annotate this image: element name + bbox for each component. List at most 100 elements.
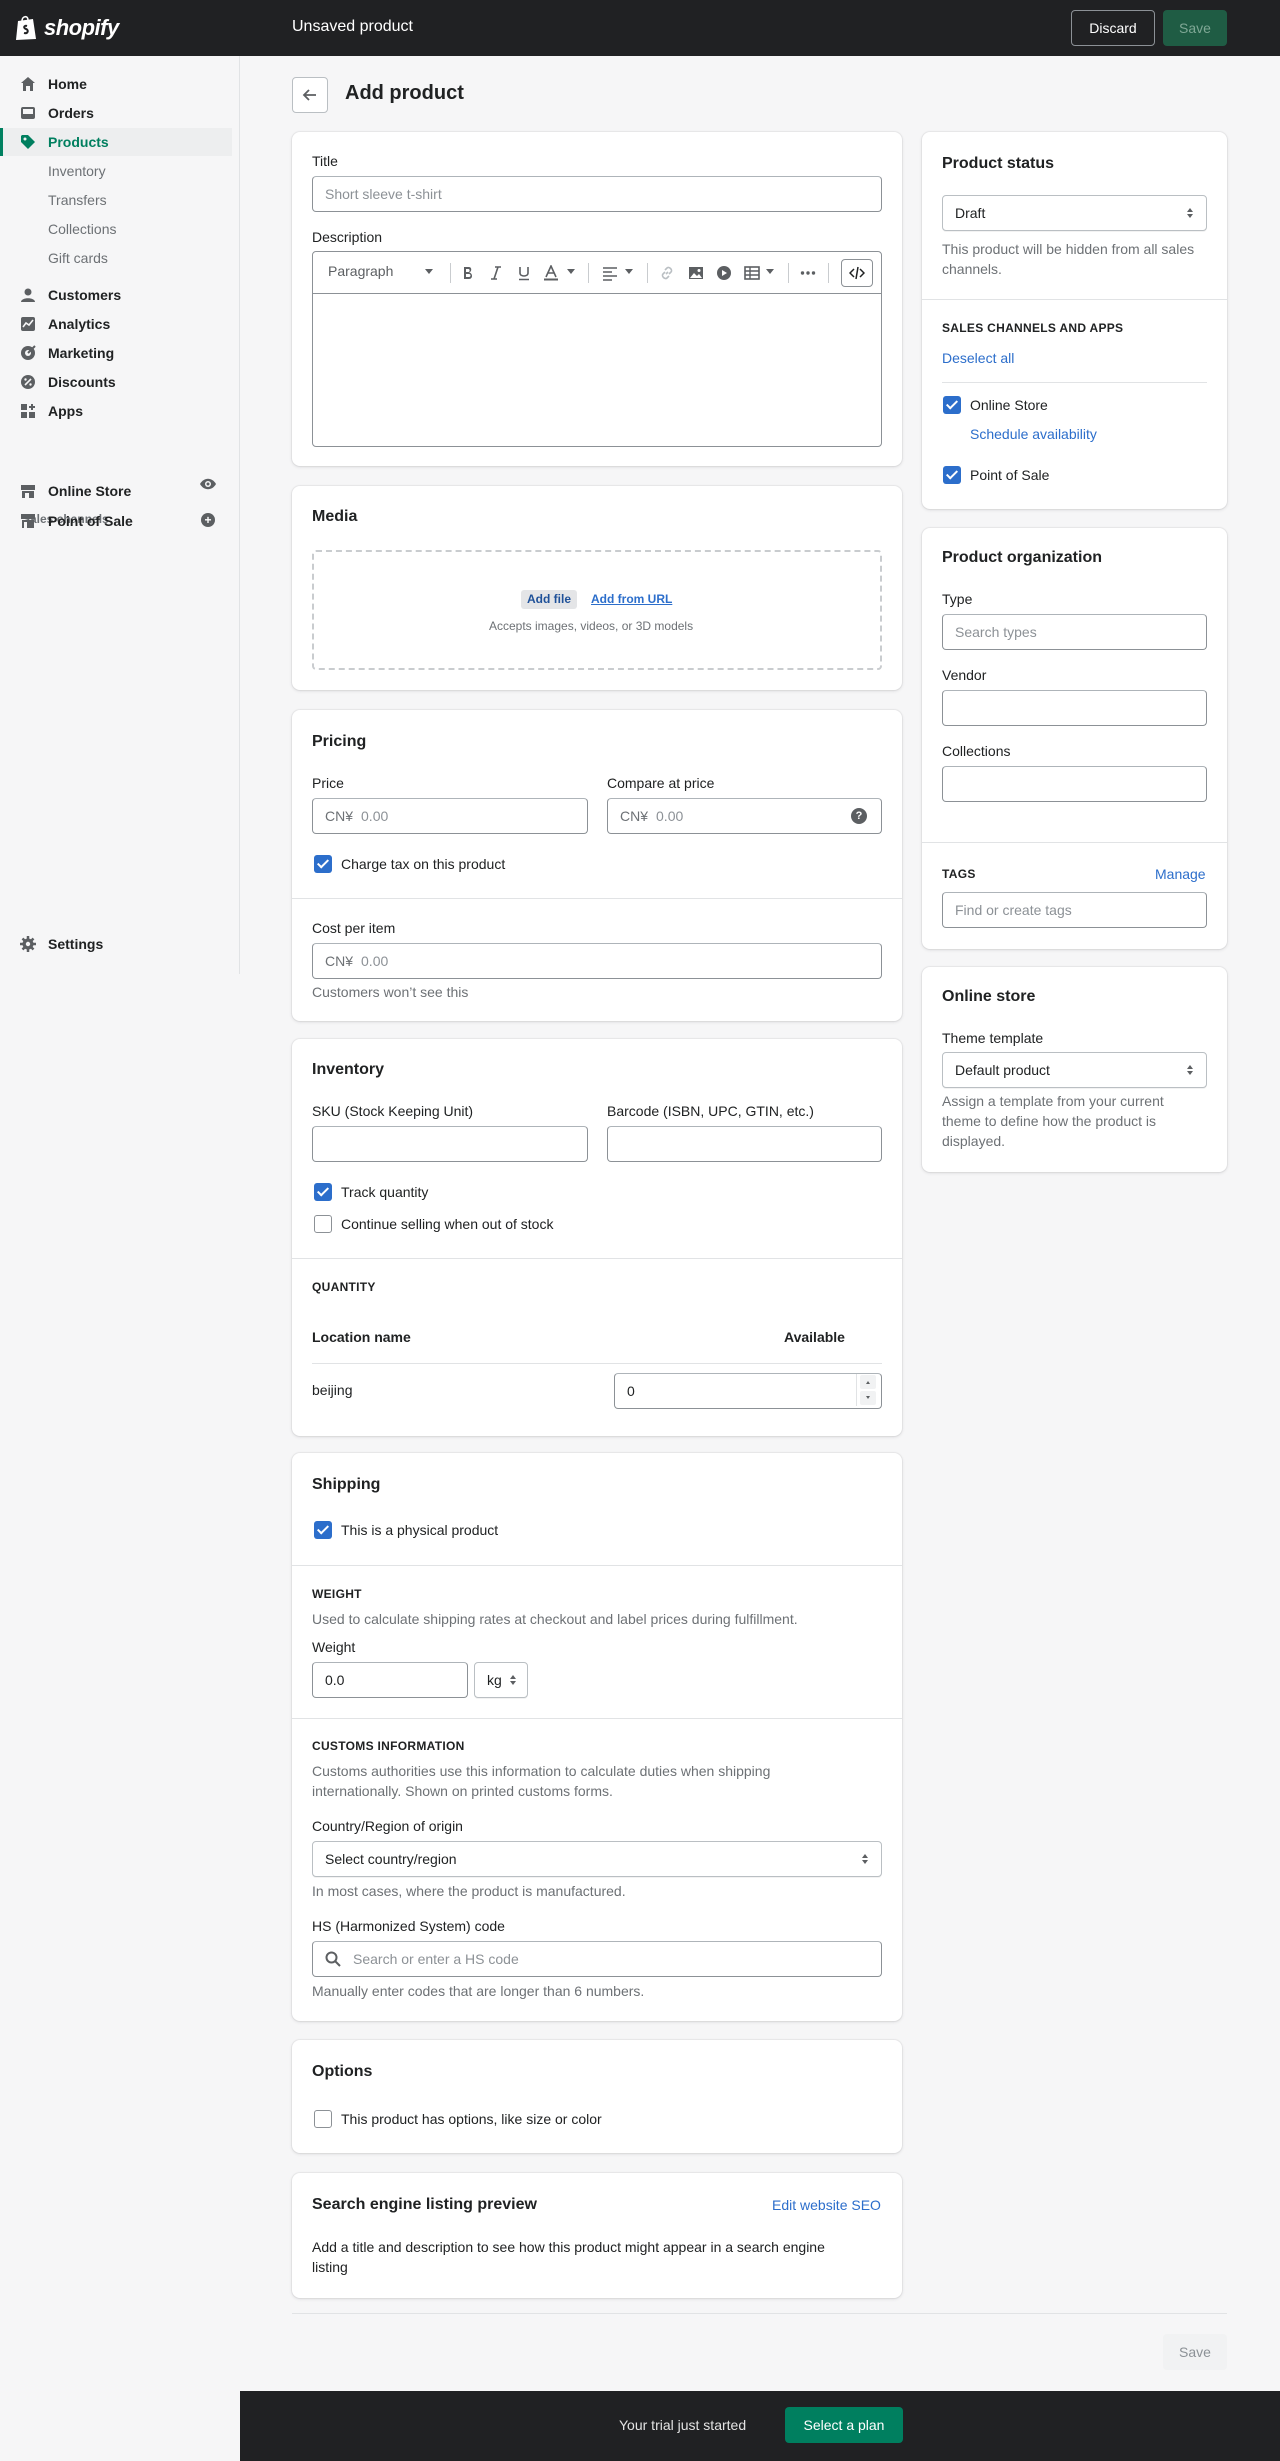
type-input[interactable]: Search types — [942, 614, 1207, 650]
has-options-checkbox[interactable] — [314, 2110, 332, 2128]
italic-icon[interactable] — [488, 265, 504, 281]
sidebar-subitem-collections[interactable]: Collections — [48, 221, 116, 237]
sidebar-item-analytics[interactable]: Analytics — [0, 310, 232, 338]
vendor-input[interactable] — [942, 690, 1207, 726]
sidebar-item-settings[interactable]: Settings — [0, 930, 232, 958]
shipping-heading: Shipping — [312, 1476, 381, 1493]
has-options-label[interactable]: This product has options, like size or c… — [341, 2111, 602, 2127]
apps-icon — [21, 404, 35, 418]
add-from-url-link[interactable]: Add from URL — [591, 592, 672, 606]
underline-icon[interactable] — [516, 265, 532, 281]
select-plan-button[interactable]: Select a plan — [785, 2407, 903, 2443]
manage-tags-link[interactable]: Manage — [1155, 866, 1206, 882]
toolbar-divider — [588, 263, 589, 283]
physical-product-label[interactable]: This is a physical product — [341, 1522, 498, 1538]
sidebar-item-products[interactable]: Products — [0, 128, 232, 156]
chevron-down-icon — [567, 269, 575, 274]
product-status-select[interactable]: Draft — [942, 195, 1207, 231]
back-button[interactable] — [292, 77, 328, 113]
image-icon[interactable] — [688, 265, 704, 281]
available-quantity-input[interactable]: 0 — [614, 1373, 882, 1409]
bold-icon[interactable] — [460, 265, 476, 281]
edit-seo-link[interactable]: Edit website SEO — [772, 2197, 881, 2213]
sidebar-subitem-transfers[interactable]: Transfers — [48, 192, 107, 208]
text-color-icon[interactable] — [543, 265, 559, 281]
title-label: Title — [312, 153, 338, 169]
link-icon[interactable] — [659, 265, 675, 281]
country-select[interactable]: Select country/region — [312, 1841, 882, 1877]
sidebar-item-apps[interactable]: Apps — [0, 397, 232, 425]
location-column-header: Location name — [312, 1329, 411, 1345]
cost-input[interactable]: CN¥ 0.00 — [312, 943, 882, 979]
online-store-label[interactable]: Online Store — [970, 397, 1048, 413]
continue-selling-checkbox[interactable] — [314, 1215, 332, 1233]
sidebar-item-orders[interactable]: Orders — [0, 99, 232, 127]
table-divider — [312, 1363, 882, 1364]
point-of-sale-checkbox[interactable] — [943, 466, 961, 484]
seo-heading: Search engine listing preview — [312, 2196, 537, 2213]
sidebar-item-marketing[interactable]: Marketing — [0, 339, 232, 367]
hs-code-placeholder: Search or enter a HS code — [353, 1951, 519, 1967]
shipping-divider — [292, 1565, 902, 1566]
charge-tax-checkbox[interactable] — [314, 855, 332, 873]
save-button[interactable]: Save — [1163, 10, 1227, 46]
physical-product-checkbox[interactable] — [314, 1521, 332, 1539]
collections-input[interactable] — [942, 766, 1207, 802]
title-input[interactable]: Short sleeve t-shirt — [312, 176, 882, 212]
shopify-logo[interactable]: shopify — [14, 14, 119, 42]
sidebar-subitem-inventory[interactable]: Inventory — [48, 163, 106, 179]
align-left-icon[interactable] — [602, 265, 618, 281]
compare-price-input[interactable]: CN¥ 0.00 — [607, 798, 882, 834]
charge-tax-label[interactable]: Charge tax on this product — [341, 856, 505, 872]
paragraph-select[interactable]: Paragraph — [328, 263, 393, 279]
theme-template-select[interactable]: Default product — [942, 1052, 1207, 1088]
barcode-input[interactable] — [607, 1126, 882, 1162]
help-circle-icon[interactable]: ? — [851, 808, 867, 824]
description-label: Description — [312, 229, 383, 245]
stepper-up-button[interactable] — [860, 1375, 876, 1389]
sidebar-item-point-of-sale[interactable]: Point of Sale — [0, 507, 232, 535]
type-placeholder: Search types — [955, 624, 1037, 640]
media-dropzone[interactable] — [312, 550, 882, 670]
hs-code-input[interactable]: Search or enter a HS code — [312, 1941, 882, 1977]
discard-button[interactable]: Discard — [1071, 10, 1155, 46]
save-button-bottom[interactable]: Save — [1163, 2334, 1227, 2370]
sidebar-item-online-store[interactable]: Online Store — [0, 477, 232, 505]
video-icon[interactable] — [716, 265, 732, 281]
currency-prefix: CN¥ — [620, 808, 649, 824]
stepper-down-button[interactable] — [860, 1391, 876, 1405]
continue-selling-label[interactable]: Continue selling when out of stock — [341, 1216, 553, 1232]
price-label: Price — [312, 775, 344, 791]
sidebar-item-label: Customers — [48, 287, 122, 303]
sidebar-item-discounts[interactable]: Discounts — [0, 368, 232, 396]
track-quantity-checkbox[interactable] — [314, 1183, 332, 1201]
home-icon — [21, 77, 35, 91]
point-of-sale-label[interactable]: Point of Sale — [970, 467, 1049, 483]
more-icon[interactable] — [800, 265, 816, 281]
track-quantity-label[interactable]: Track quantity — [341, 1184, 428, 1200]
schedule-availability-link[interactable]: Schedule availability — [970, 426, 1097, 442]
weight-unit-select[interactable]: kg — [474, 1662, 528, 1698]
price-input[interactable]: CN¥ 0.00 — [312, 798, 588, 834]
eye-icon[interactable] — [199, 477, 217, 491]
description-editor[interactable]: Paragraph — [312, 251, 882, 447]
tag-icon — [21, 135, 35, 149]
quantity-stepper[interactable] — [856, 1374, 878, 1406]
sidebar-item-home[interactable]: Home — [0, 70, 232, 98]
table-icon[interactable] — [744, 265, 760, 281]
sidebar-subitem-gift-cards[interactable]: Gift cards — [48, 250, 108, 266]
tags-input[interactable]: Find or create tags — [942, 892, 1207, 928]
select-arrows-icon — [1187, 1065, 1193, 1075]
sidebar-item-customers[interactable]: Customers — [0, 281, 232, 309]
online-store-checkbox[interactable] — [943, 396, 961, 414]
theme-help-line2: theme to define how the product is — [942, 1113, 1157, 1129]
show-html-button[interactable] — [841, 259, 873, 287]
deselect-all-link[interactable]: Deselect all — [942, 350, 1014, 366]
select-arrows-icon — [862, 1854, 868, 1864]
sku-input[interactable] — [312, 1126, 588, 1162]
quantity-heading: QUANTITY — [312, 1280, 376, 1294]
add-file-button[interactable]: Add file — [521, 590, 577, 609]
toolbar-divider — [450, 263, 451, 283]
status-help-line2: channels. — [942, 261, 1002, 277]
weight-input[interactable]: 0.0 — [312, 1662, 468, 1698]
